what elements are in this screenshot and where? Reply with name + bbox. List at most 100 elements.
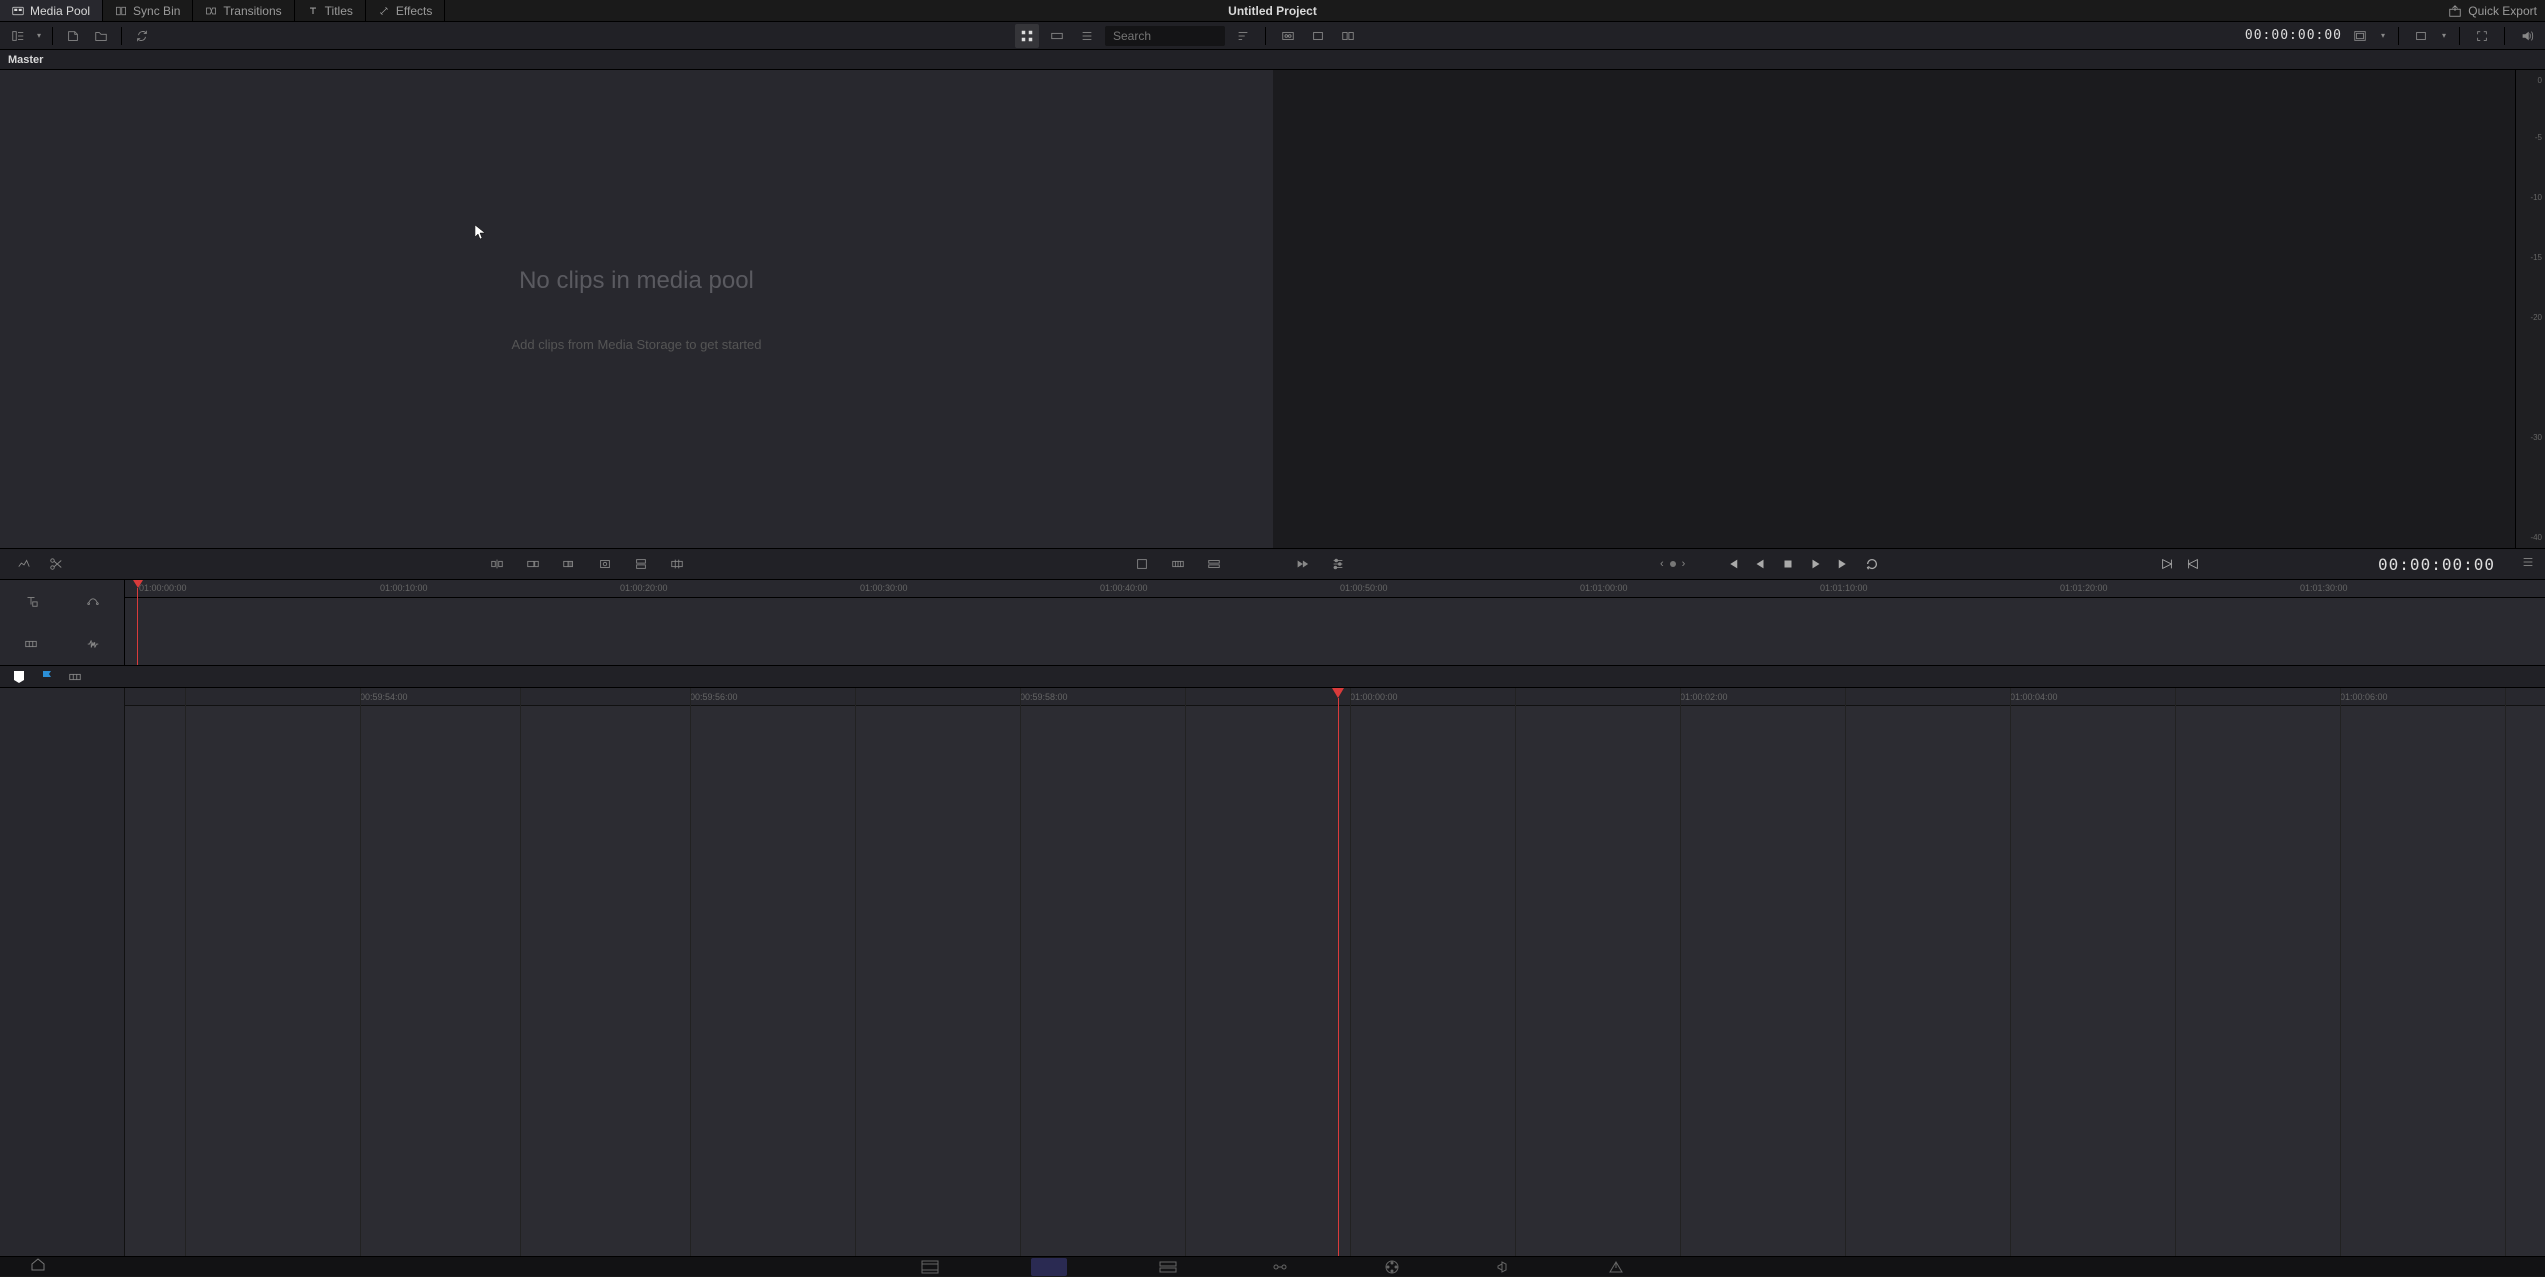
quick-export-label: Quick Export bbox=[2468, 4, 2537, 18]
safe-area-button[interactable] bbox=[2348, 24, 2372, 48]
close-up-button[interactable] bbox=[593, 552, 617, 576]
stop-button[interactable] bbox=[1781, 557, 1795, 571]
color-page-icon bbox=[1384, 1259, 1400, 1275]
ruler-tick: 01:01:20:00 bbox=[2060, 583, 2108, 593]
timeline-menu-button[interactable] bbox=[2521, 555, 2535, 574]
transport-timecode[interactable]: 00:00:00:00 bbox=[2378, 555, 2495, 574]
timeline-gridline bbox=[360, 688, 361, 1256]
next-edit-icon[interactable]: › bbox=[1682, 558, 1686, 570]
edit-index-nav[interactable]: ‹ › bbox=[1660, 558, 1685, 570]
home-page-button[interactable] bbox=[30, 1257, 46, 1276]
ruler-tick: 01:00:20:00 bbox=[620, 583, 668, 593]
play-button[interactable] bbox=[1809, 557, 1823, 571]
ripple-overwrite-button[interactable] bbox=[557, 552, 581, 576]
source-clip-button[interactable] bbox=[1306, 24, 1330, 48]
quick-export-button[interactable]: Quick Export bbox=[2448, 4, 2537, 18]
go-end-button[interactable] bbox=[1837, 557, 1851, 571]
timeline-gridline bbox=[2010, 688, 2011, 1256]
media-pool-empty-title: No clips in media pool bbox=[519, 267, 754, 295]
page-navigation bbox=[0, 1256, 2545, 1276]
timeline-gridline bbox=[1680, 688, 1681, 1256]
timeline-gridline bbox=[1350, 688, 1351, 1256]
audio-track-button[interactable] bbox=[81, 632, 105, 656]
fullscreen-button[interactable] bbox=[2470, 24, 2494, 48]
boring-detector-button[interactable] bbox=[12, 552, 36, 576]
fast-review-button[interactable] bbox=[1290, 552, 1314, 576]
tab-media-pool[interactable]: Media Pool bbox=[0, 0, 103, 21]
ruler-tick: 01:01:30:00 bbox=[2300, 583, 2348, 593]
deliver-page-button[interactable] bbox=[1605, 1258, 1627, 1276]
tab-sync-bin[interactable]: Sync Bin bbox=[103, 0, 193, 21]
timeline-gridline bbox=[1185, 688, 1186, 1256]
lower-timeline[interactable]: 00:59:54:0000:59:56:0000:59:58:0001:00:0… bbox=[125, 688, 2545, 1256]
bin-list-dropdown[interactable]: ▾ bbox=[34, 31, 44, 40]
sync-bin-icon bbox=[115, 5, 127, 17]
append-button[interactable] bbox=[521, 552, 545, 576]
mark-out-button[interactable] bbox=[2186, 557, 2200, 571]
mark-in-button[interactable] bbox=[2160, 557, 2174, 571]
view-list-button[interactable] bbox=[1075, 24, 1099, 48]
source-overwrite-button[interactable] bbox=[665, 552, 689, 576]
play-reverse-button[interactable] bbox=[1753, 557, 1767, 571]
place-on-top-button[interactable] bbox=[629, 552, 653, 576]
timeline-gridline bbox=[855, 688, 856, 1256]
view-thumbnails-button[interactable] bbox=[1015, 24, 1039, 48]
import-folder-button[interactable] bbox=[89, 24, 113, 48]
home-icon bbox=[30, 1257, 46, 1271]
ruler-tick: 01:00:10:00 bbox=[380, 583, 428, 593]
tools-button-3[interactable] bbox=[1202, 552, 1226, 576]
add-flag-button[interactable] bbox=[40, 670, 54, 684]
dual-viewer-button[interactable] bbox=[1336, 24, 1360, 48]
timeline-options-button[interactable] bbox=[1326, 552, 1350, 576]
source-tape-button[interactable] bbox=[1276, 24, 1300, 48]
fairlight-page-button[interactable] bbox=[1493, 1258, 1515, 1276]
tools-button-1[interactable] bbox=[1130, 552, 1154, 576]
viewer-timecode[interactable]: 00:00:00:00 bbox=[2245, 28, 2342, 43]
prev-edit-icon[interactable]: ‹ bbox=[1660, 558, 1664, 570]
lower-timeline-track-headers[interactable] bbox=[0, 688, 125, 1256]
viewer-options-dropdown[interactable]: ▾ bbox=[2439, 31, 2449, 40]
tab-titles[interactable]: Titles bbox=[295, 0, 366, 21]
media-page-button[interactable] bbox=[919, 1258, 941, 1276]
view-strip-button[interactable] bbox=[1045, 24, 1069, 48]
import-media-button[interactable] bbox=[61, 24, 85, 48]
fusion-page-button[interactable] bbox=[1269, 1258, 1291, 1276]
safe-area-dropdown[interactable]: ▾ bbox=[2378, 31, 2388, 40]
sync-clips-button[interactable] bbox=[130, 24, 154, 48]
smart-insert-button[interactable] bbox=[485, 552, 509, 576]
list-icon bbox=[1080, 29, 1094, 43]
ruler-tick: 01:00:00:00 bbox=[1350, 692, 1398, 702]
video-track-button[interactable] bbox=[19, 632, 43, 656]
color-page-button[interactable] bbox=[1381, 1258, 1403, 1276]
cut-page-button[interactable] bbox=[1031, 1258, 1067, 1276]
sort-button[interactable] bbox=[1231, 24, 1255, 48]
search-input[interactable] bbox=[1105, 26, 1225, 46]
marker-icon bbox=[13, 670, 25, 684]
loop-button[interactable] bbox=[1865, 557, 1879, 571]
upper-timeline[interactable]: 01:00:00:0001:00:10:0001:00:20:0001:00:3… bbox=[125, 580, 2545, 665]
audio-lock-button[interactable] bbox=[81, 589, 105, 613]
edit-page-button[interactable] bbox=[1157, 1258, 1179, 1276]
go-start-button[interactable] bbox=[1725, 557, 1739, 571]
tab-transitions[interactable]: Transitions bbox=[193, 0, 294, 21]
lower-playhead[interactable] bbox=[1332, 688, 1342, 698]
tab-effects[interactable]: Effects bbox=[366, 0, 445, 21]
snapping-button[interactable] bbox=[68, 670, 82, 684]
upper-timeline-ruler[interactable]: 01:00:00:0001:00:10:0001:00:20:0001:00:3… bbox=[125, 580, 2545, 598]
audio-meters-button[interactable] bbox=[2515, 24, 2539, 48]
video-lock-button[interactable] bbox=[19, 589, 43, 613]
viewer-options-button[interactable] bbox=[2409, 24, 2433, 48]
split-clip-button[interactable] bbox=[44, 552, 68, 576]
ruler-tick: 01:00:06:00 bbox=[2340, 692, 2388, 702]
viewer-panel[interactable] bbox=[1273, 70, 2515, 548]
ruler-tick: 01:00:00:00 bbox=[139, 583, 187, 593]
bin-list-button[interactable] bbox=[6, 24, 30, 48]
timeline-gridline bbox=[2505, 688, 2506, 1256]
breadcrumb[interactable]: Master bbox=[0, 50, 2545, 70]
upper-playhead[interactable] bbox=[133, 580, 143, 590]
meter-tick: 0 bbox=[2538, 76, 2542, 85]
tools-button-2[interactable] bbox=[1166, 552, 1190, 576]
media-pool-panel[interactable]: No clips in media pool Add clips from Me… bbox=[0, 70, 1273, 548]
tab-titles-label: Titles bbox=[325, 4, 353, 18]
add-marker-button[interactable] bbox=[12, 670, 26, 684]
